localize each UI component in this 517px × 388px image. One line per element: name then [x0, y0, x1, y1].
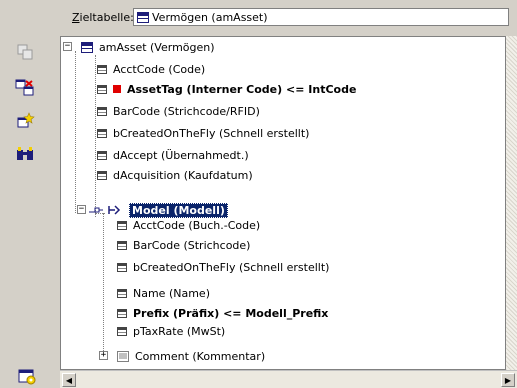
tree-item[interactable]: bCreatedOnTheFly (Schnell erstellt) — [117, 258, 329, 276]
map-field-button[interactable] — [12, 76, 38, 100]
field-icon — [97, 150, 107, 160]
tree-item[interactable]: AssetTag (Interner Code) <= IntCode — [97, 80, 356, 98]
tree-item[interactable]: Comment (Kommentar) — [117, 347, 265, 365]
target-table-field[interactable]: Vermögen (amAsset) — [133, 8, 509, 26]
field-icon — [117, 326, 127, 336]
tree-item[interactable]: Prefix (Präfix) <= Modell_Prefix — [117, 304, 328, 322]
expand-comment-toggle[interactable]: + — [99, 351, 108, 360]
new-calc-field-icon — [17, 112, 35, 128]
new-calc-field-button[interactable] — [12, 110, 38, 134]
scroll-left-button[interactable]: ◀ — [62, 373, 76, 387]
field-icon — [97, 64, 107, 74]
field-icon — [97, 84, 107, 94]
field-icon — [97, 106, 107, 116]
mapped-marker-icon — [113, 85, 121, 93]
find-icon — [17, 147, 33, 160]
copy-icon — [17, 44, 33, 60]
tree-item[interactable]: AcctCode (Buch.-Code) — [117, 216, 260, 234]
tree-item[interactable]: dAccept (Übernahmedt.) — [97, 146, 249, 164]
tree-item[interactable]: pTaxRate (MwSt) — [117, 322, 225, 340]
memo-icon — [117, 350, 129, 362]
scroll-right-button[interactable]: ▶ — [501, 373, 515, 387]
vertical-scrollbar[interactable] — [506, 36, 517, 370]
map-field-icon — [15, 79, 34, 96]
tree-item[interactable]: BarCode (Strichcode/RFID) — [97, 102, 260, 120]
arrow-left-icon: ◀ — [65, 375, 73, 385]
collapse-model-toggle[interactable]: − — [77, 205, 86, 214]
field-icon — [117, 308, 127, 318]
copy-button[interactable] — [12, 40, 38, 64]
arrow-right-icon: ▶ — [504, 375, 512, 385]
tree-item[interactable]: BarCode (Strichcode) — [117, 236, 250, 254]
link-icon — [89, 205, 121, 215]
tree-root[interactable]: amAsset (Vermögen) — [81, 38, 215, 56]
find-button[interactable] — [12, 142, 38, 166]
settings-icon — [18, 369, 36, 385]
collapse-root-toggle[interactable]: − — [63, 42, 72, 51]
field-icon — [117, 262, 127, 272]
tree-item[interactable]: Name (Name) — [117, 284, 210, 302]
horizontal-scrollbar[interactable]: ◀ ▶ — [60, 370, 517, 388]
target-table-label: Zieltabelle: — [72, 11, 134, 24]
field-icon — [97, 128, 107, 138]
table-icon — [81, 41, 93, 53]
field-icon — [117, 220, 127, 230]
field-tree[interactable]: − amAsset (Vermögen) AcctCode (Code) Ass… — [60, 36, 506, 370]
header-bar: Zieltabelle: Vermögen (amAsset) — [0, 0, 517, 36]
table-icon — [137, 11, 149, 23]
field-icon — [117, 288, 127, 298]
side-toolbar — [0, 36, 60, 388]
target-table-value: Vermögen (amAsset) — [152, 10, 268, 24]
field-icon — [117, 240, 127, 250]
settings-button[interactable] — [14, 364, 40, 388]
tree-item[interactable]: dAcquisition (Kaufdatum) — [97, 166, 253, 184]
field-icon — [97, 170, 107, 180]
tree-item[interactable]: bCreatedOnTheFly (Schnell erstellt) — [97, 124, 309, 142]
tree-item[interactable]: AcctCode (Code) — [97, 60, 205, 78]
